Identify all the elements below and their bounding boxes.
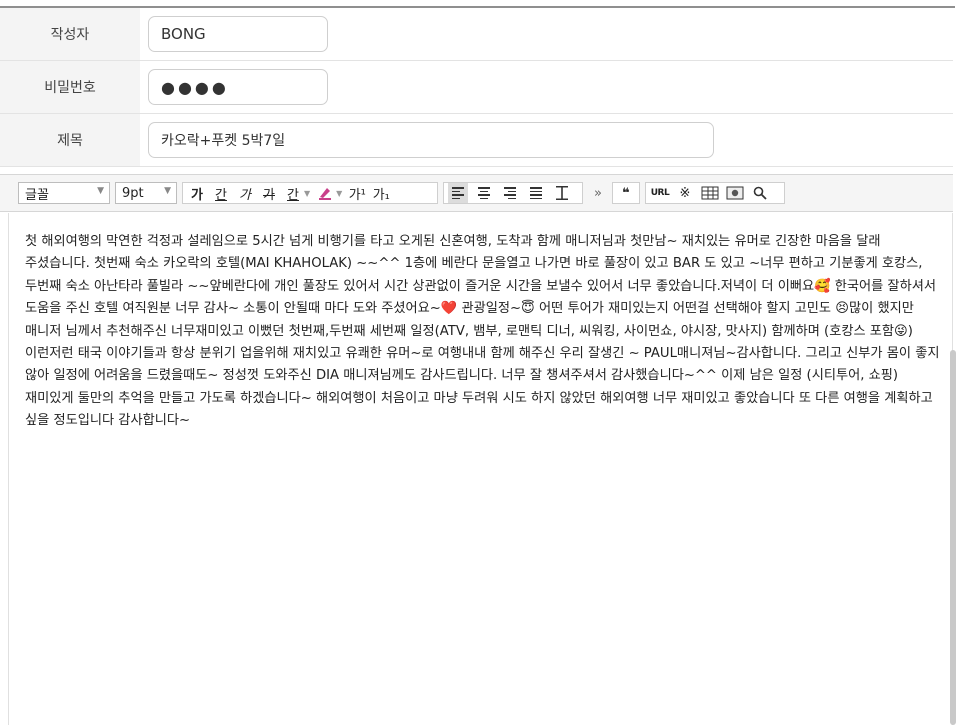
align-center-button[interactable] (474, 183, 494, 203)
font-color-button[interactable]: 간 (283, 183, 303, 203)
special-char-button[interactable]: ※ (675, 183, 695, 203)
align-center-icon (478, 187, 490, 199)
image-icon (726, 186, 744, 200)
superscript-button[interactable]: 가¹ (347, 183, 367, 203)
table-button[interactable] (700, 183, 720, 203)
highlight-color-button[interactable] (315, 183, 335, 203)
author-label: 작성자 (0, 8, 140, 60)
table-icon (701, 186, 719, 200)
scrollbar[interactable] (950, 350, 956, 725)
editor-area[interactable]: 첫 해외여행의 막연한 걱정과 설레임으로 5시간 넘게 비행기를 타고 오게된… (8, 213, 953, 725)
subscript-button[interactable]: 가₁ (371, 183, 391, 203)
align-justify-icon (530, 187, 542, 199)
font-family-value: 글꼴 (25, 187, 49, 203)
dropdown-arrow-icon: ▼ (97, 186, 104, 196)
dropdown-arrow-icon[interactable]: ▼ (304, 189, 310, 198)
title-row: 제목 (0, 114, 953, 167)
post-body[interactable]: 첫 해외여행의 막연한 걱정과 설레임으로 5시간 넘게 비행기를 타고 오게된… (25, 231, 945, 433)
password-row: 비밀번호 (0, 61, 953, 114)
align-right-icon (504, 187, 516, 199)
dropdown-arrow-icon: ▼ (164, 186, 171, 196)
search-icon (753, 186, 767, 200)
line-height-button[interactable] (552, 183, 572, 203)
more-button[interactable]: » (588, 183, 608, 203)
strikethrough-button[interactable]: 가 (259, 183, 279, 203)
title-input[interactable] (148, 122, 714, 158)
font-family-select[interactable]: 글꼴 ▼ (18, 182, 110, 204)
search-button[interactable] (750, 183, 770, 203)
password-label: 비밀번호 (0, 61, 140, 113)
editor-toolbar: 글꼴 ▼ 9pt ▼ 가 간 가 가 간 ▼ ▼ 가¹ 가₁ » ❝ URL ※ (0, 174, 953, 212)
align-justify-button[interactable] (526, 183, 546, 203)
title-label: 제목 (0, 114, 140, 166)
font-size-select[interactable]: 9pt ▼ (115, 182, 177, 204)
bold-button[interactable]: 가 (187, 183, 207, 203)
insert-group: URL ※ (645, 182, 785, 204)
image-button[interactable] (725, 183, 745, 203)
password-input[interactable] (148, 69, 328, 105)
quote-group: ❝ (612, 182, 640, 204)
font-size-value: 9pt (122, 185, 144, 201)
dropdown-arrow-icon[interactable]: ▼ (336, 189, 342, 198)
body-paragraph: 첫 해외여행의 막연한 걱정과 설레임으로 5시간 넘게 비행기를 타고 오게된… (25, 234, 940, 429)
url-button[interactable]: URL (650, 183, 670, 203)
text-style-group: 가 간 가 가 간 ▼ ▼ 가¹ 가₁ (182, 182, 438, 204)
align-right-button[interactable] (500, 183, 520, 203)
alignment-group (443, 182, 583, 204)
quote-button[interactable]: ❝ (616, 183, 636, 203)
line-height-icon (556, 186, 568, 200)
align-left-button[interactable] (448, 183, 468, 203)
highlight-icon (319, 188, 332, 200)
author-input[interactable] (148, 16, 328, 52)
author-row: 작성자 (0, 8, 953, 61)
underline-button[interactable]: 간 (211, 183, 231, 203)
italic-button[interactable]: 가 (235, 183, 255, 203)
align-left-icon (452, 187, 464, 199)
post-form: 작성자 비밀번호 제목 (0, 8, 953, 167)
